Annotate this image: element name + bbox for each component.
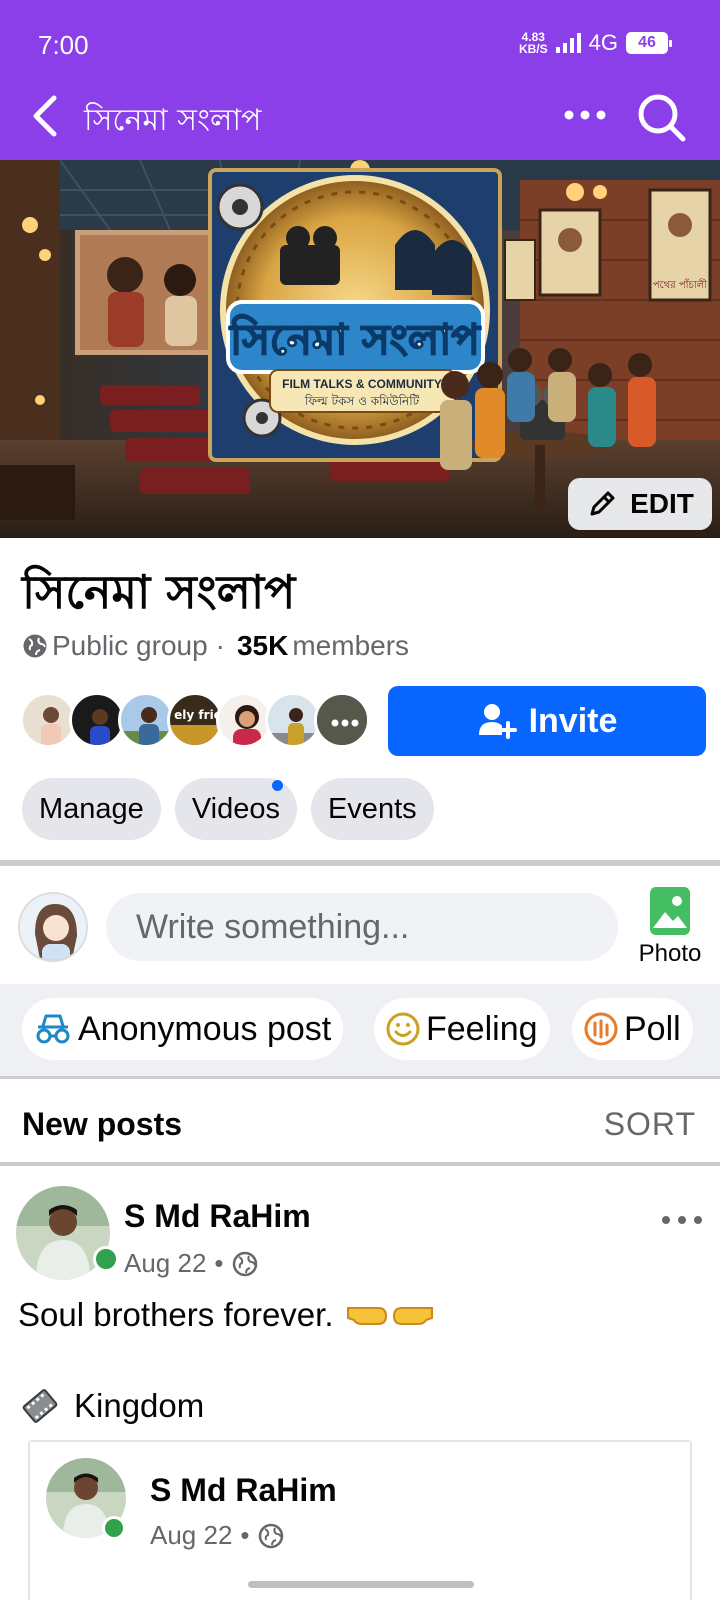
banner-subtitle: FILM TALKS & COMMUNITY [282, 377, 442, 391]
status-bar: 7:00 4.83 KB/S 4G 46 [0, 0, 720, 92]
meta-separator: · [215, 630, 225, 661]
film-frames-icon [22, 1389, 58, 1423]
poll-icon [584, 1012, 618, 1046]
shared-post-date[interactable]: Aug 22 [150, 1520, 232, 1551]
write-post-input[interactable]: Write something... [106, 893, 618, 961]
invite-label: Invite [528, 701, 618, 740]
incognito-icon [36, 1014, 70, 1044]
section-divider [0, 1162, 720, 1166]
post-composer: Write something... Photo [0, 868, 720, 984]
signal-icon [555, 33, 581, 53]
post-options-button[interactable] [660, 1208, 706, 1232]
more-members-button[interactable] [314, 692, 370, 748]
globe-icon [258, 1523, 283, 1548]
notification-dot [271, 780, 283, 791]
feeling-button[interactable]: Feeling [374, 998, 550, 1060]
group-name[interactable]: সিনেমা সংলাপ [22, 558, 295, 634]
more-icon [662, 1216, 702, 1224]
invite-button[interactable]: Invite [388, 686, 706, 756]
status-time: 7:00 [38, 30, 89, 60]
section-divider [0, 860, 720, 866]
post-topic[interactable]: Kingdom [20, 1386, 204, 1426]
network-type: 4G [588, 30, 618, 55]
shared-post-card[interactable]: S Md RaHim Aug 22 • [28, 1440, 692, 1600]
member-avatar[interactable] [20, 692, 76, 748]
more-options-button[interactable] [562, 100, 608, 130]
smiley-icon [386, 1012, 420, 1046]
post-text: Soul brothers forever. [18, 1296, 334, 1333]
search-button[interactable] [636, 92, 688, 144]
header-title: সিনেমা সংলাপ [84, 103, 262, 138]
status-indicators: 4.83 KB/S 4G 46 [518, 30, 672, 56]
member-avatar[interactable] [216, 692, 272, 748]
member-avatar[interactable] [69, 692, 125, 748]
network-speed: 4.83 KB/S [518, 30, 548, 56]
post-meta: Aug 22 • [124, 1248, 258, 1279]
member-avatar[interactable] [265, 692, 321, 748]
online-status-indicator [93, 1246, 119, 1272]
globe-icon [23, 634, 47, 658]
member-avatar[interactable] [118, 692, 174, 748]
back-button[interactable] [28, 94, 68, 138]
anonymous-post-button[interactable]: Anonymous post [22, 998, 344, 1060]
battery-icon: 46 [626, 32, 672, 54]
add-person-icon [478, 704, 517, 739]
online-status-indicator [102, 1516, 126, 1540]
member-count[interactable]: 35K [237, 630, 288, 662]
post-date[interactable]: Aug 22 [124, 1248, 206, 1279]
tab-events[interactable]: Events [310, 778, 434, 840]
pencil-icon [590, 491, 615, 516]
banner-title: সিনেমা সংলাপ [228, 314, 481, 364]
group-meta: Public group · 35K members [22, 630, 409, 662]
member-avatars[interactable]: ely frie [20, 692, 376, 748]
back-arrow-icon [33, 95, 57, 137]
banner-subtitle-bn: ফিল্ম টকস ও কমিউনিটি [304, 394, 420, 408]
post-author-name[interactable]: S Md RaHim [124, 1198, 311, 1235]
edit-cover-button[interactable]: EDIT [568, 478, 712, 530]
shared-post-meta: Aug 22 • [150, 1520, 284, 1551]
photo-label: Photo [638, 940, 702, 967]
sort-button[interactable]: SORT [604, 1106, 696, 1143]
fist-bump-emoji-icon [346, 1307, 433, 1325]
shared-author-name[interactable]: S Md RaHim [150, 1472, 337, 1509]
post-topic-label: Kingdom [74, 1387, 205, 1424]
feed-heading: New posts [22, 1106, 183, 1142]
post-body: Soul brothers forever. [18, 1296, 436, 1334]
poster-text: পথের পাঁচালী [653, 278, 707, 291]
home-indicator[interactable] [248, 1581, 474, 1588]
members-label[interactable]: members [292, 630, 409, 662]
tab-manage[interactable]: Manage [22, 778, 161, 840]
group-privacy[interactable]: Public group [52, 630, 208, 662]
more-icon [564, 110, 606, 120]
search-icon [638, 94, 686, 142]
meta-dot: • [240, 1520, 250, 1550]
app-header: সিনেমা সংলাপ [0, 92, 720, 160]
user-avatar[interactable] [18, 892, 88, 962]
section-divider [0, 1076, 720, 1079]
meta-dot: • [214, 1248, 224, 1278]
more-icon [317, 695, 367, 745]
globe-icon [232, 1251, 257, 1276]
tab-videos[interactable]: Videos [174, 778, 297, 840]
member-avatar[interactable]: ely frie [167, 692, 223, 748]
avatar-tag: ely frie [174, 708, 222, 722]
photo-button[interactable]: Photo [630, 886, 710, 976]
edit-label: EDIT [630, 488, 694, 519]
poll-button[interactable]: Poll [572, 998, 693, 1060]
post-actions-bar: Anonymous post Feeling Poll [0, 984, 720, 1076]
group-tabs: Manage Videos Events [22, 778, 434, 840]
photo-icon [650, 887, 690, 935]
